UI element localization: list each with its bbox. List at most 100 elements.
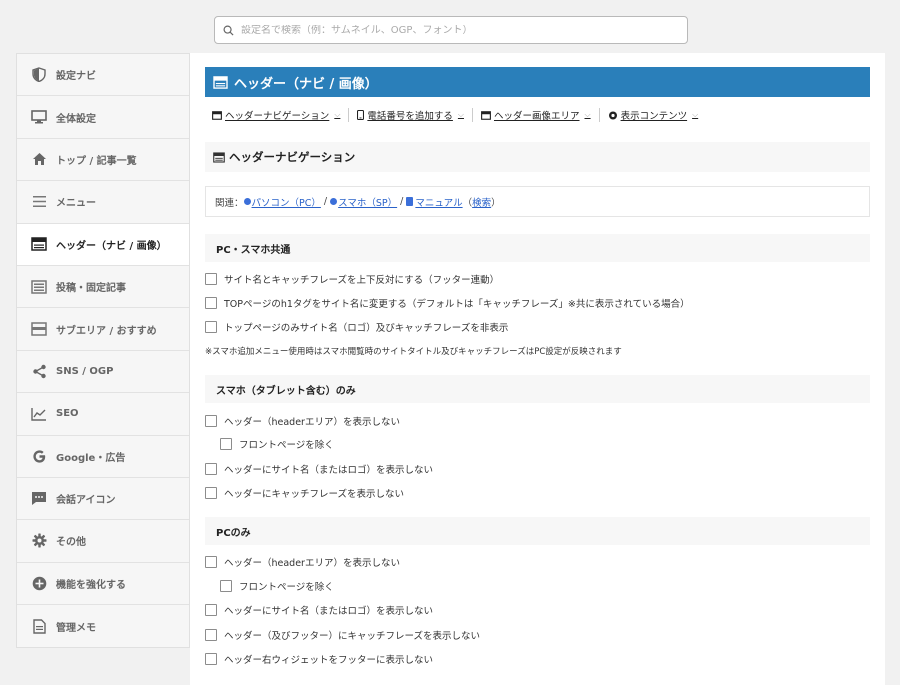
option-row[interactable]: サイト名とキャッチフレーズを上下反対にする（フッター連動） (205, 272, 499, 286)
option-label: ヘッダーにキャッチフレーズを表示しない (224, 489, 405, 500)
sidebar-item-chat[interactable]: 会話アイコン (17, 478, 189, 521)
link-pc[interactable]: パソコン（PC） (252, 195, 321, 209)
chevron-down-icon: ⌵ (584, 110, 591, 119)
checkbox[interactable] (205, 415, 217, 427)
option-row[interactable]: ヘッダーにサイト名（またはロゴ）を表示しない (205, 462, 433, 476)
sidebar-item-other[interactable]: その他 (17, 520, 189, 563)
sidebar-item-general[interactable]: 全体設定 (17, 96, 189, 139)
monitor-icon (30, 109, 48, 125)
sidebar-item-top[interactable]: トップ / 記事一覧 (17, 139, 189, 182)
related-prefix: 関連： (215, 197, 244, 209)
option-row[interactable]: ヘッダー（headerエリア）を表示しない (205, 414, 400, 428)
option-row[interactable]: フロントページを除く (220, 437, 334, 451)
header-icon (30, 236, 48, 252)
paren-open: （ (462, 197, 473, 209)
sidebar-item-label: SNS / OGP (56, 365, 114, 377)
sidebar-item-google[interactable]: Google・広告 (17, 436, 189, 478)
subnav-label: 電話番号を追加する (367, 111, 453, 122)
option-row[interactable]: ヘッダー右ウィジェットをフッターに表示しない (205, 652, 433, 666)
subnav-header-image[interactable]: ヘッダー画像エリア ⌵ (481, 108, 599, 122)
note-text: ※スマホ追加メニュー使用時はスマホ閲覧時のサイトタイトル及びキャッチフレーズはP… (205, 347, 622, 357)
option-row[interactable]: ヘッダー（及びフッター）にキャッチフレーズを表示しない (205, 628, 480, 642)
link-manual[interactable]: マニュアル (415, 195, 462, 209)
related-links: 関連： パソコン（PC） / スマホ（SP） / マニュアル （ 検索 ） (205, 186, 870, 217)
option-label: TOPページのh1タグをサイト名に変更する（デフォルトは「キャッチフレーズ」※共… (224, 299, 690, 310)
option-row[interactable]: ヘッダー（headerエリア）を表示しない (205, 555, 400, 569)
divider (471, 108, 473, 122)
sidebar-item-menu[interactable]: メニュー (17, 181, 189, 224)
divider (348, 108, 350, 122)
link-search[interactable]: 検索 (472, 195, 491, 209)
option-label: フロントページを除く (239, 440, 334, 451)
sidebar-item-label: ヘッダー（ナビ / 画像） (56, 240, 167, 252)
checkbox[interactable] (205, 297, 217, 309)
menu-icon (30, 194, 48, 210)
gear-icon (30, 533, 48, 549)
divider (598, 108, 600, 122)
section-heading: ヘッダーナビゲーション (205, 142, 870, 172)
sidebar-item-sns[interactable]: SNS / OGP (17, 351, 189, 394)
post-icon (30, 279, 48, 295)
subnav-display-content[interactable]: 表示コンテンツ ⌵ (608, 108, 707, 122)
sidebar-item-label: Google・広告 (56, 452, 126, 464)
google-icon (30, 448, 48, 464)
option-row[interactable]: TOPページのh1タグをサイト名に変更する（デフォルトは「キャッチフレーズ」※共… (205, 296, 690, 310)
checkbox[interactable] (205, 629, 217, 641)
chevron-down-icon: ⌵ (457, 110, 464, 119)
option-label: ヘッダー（headerエリア）を表示しない (224, 417, 400, 428)
option-row[interactable]: フロントページを除く (220, 579, 334, 593)
sidebar-item-extend[interactable]: 機能を強化する (17, 563, 189, 606)
sidebar: 設定ナビ 全体設定 トップ / 記事一覧 メニュー ヘッダー（ナビ / 画像） … (16, 53, 190, 649)
pin-icon (330, 198, 338, 205)
search-icon (223, 24, 235, 36)
option-label: ヘッダー（headerエリア）を表示しない (224, 558, 400, 569)
option-row[interactable]: ヘッダーにサイト名（またはロゴ）を表示しない (205, 603, 433, 617)
option-label: ヘッダーにサイト名（またはロゴ）を表示しない (224, 606, 434, 617)
header-icon (213, 75, 228, 89)
checkbox[interactable] (205, 653, 217, 665)
chat-icon (30, 491, 48, 507)
option-row[interactable]: ヘッダーにキャッチフレーズを表示しない (205, 486, 404, 500)
subnav-phone[interactable]: 電話番号を追加する ⌵ (357, 108, 472, 122)
sidebar-item-label: 全体設定 (56, 113, 96, 125)
subnav-header-navigation[interactable]: ヘッダーナビゲーション ⌵ (212, 108, 348, 122)
option-label: ヘッダーにサイト名（またはロゴ）を表示しない (224, 465, 434, 476)
page-title-bar: ヘッダー（ナビ / 画像） (205, 67, 870, 97)
subnav-label: ヘッダーナビゲーション (225, 111, 330, 122)
search-box[interactable] (214, 16, 688, 44)
header-icon (212, 110, 222, 120)
option-row[interactable]: トップページのみサイト名（ロゴ）及びキャッチフレーズを非表示 (205, 320, 508, 334)
shield-icon (30, 67, 48, 83)
phone-icon (357, 110, 365, 120)
header-icon (481, 110, 491, 120)
pin-icon (243, 198, 251, 205)
page-title: ヘッダー（ナビ / 画像） (234, 76, 378, 92)
header-icon (213, 151, 225, 163)
checkbox[interactable] (205, 273, 217, 285)
sidebar-item-label: その他 (56, 537, 86, 549)
link-sp[interactable]: スマホ（SP） (338, 195, 397, 209)
subarea-icon (30, 321, 48, 337)
checkbox[interactable] (205, 556, 217, 568)
search-input[interactable] (241, 24, 687, 36)
sidebar-item-posts[interactable]: 投稿・固定記事 (17, 266, 189, 309)
sidebar-item-header[interactable]: ヘッダー（ナビ / 画像） (17, 223, 189, 266)
option-label: フロントページを除く (239, 582, 334, 593)
sidebar-item-settings-navi[interactable]: 設定ナビ (17, 54, 189, 97)
checkbox[interactable] (205, 487, 217, 499)
checkbox[interactable] (220, 580, 232, 592)
eye-icon (608, 111, 618, 120)
sidebar-item-label: SEO (56, 408, 79, 420)
sidebar-item-memo[interactable]: 管理メモ (17, 605, 189, 647)
share-icon (30, 363, 48, 379)
separator: / (320, 196, 331, 207)
plus-circle-icon (30, 575, 48, 591)
option-label: トップページのみサイト名（ロゴ）及びキャッチフレーズを非表示 (224, 323, 509, 334)
sidebar-item-label: サブエリア / おすすめ (56, 325, 157, 337)
checkbox[interactable] (205, 463, 217, 475)
checkbox[interactable] (220, 438, 232, 450)
checkbox[interactable] (205, 321, 217, 333)
sidebar-item-subarea[interactable]: サブエリア / おすすめ (17, 308, 189, 351)
checkbox[interactable] (205, 604, 217, 616)
sidebar-item-seo[interactable]: SEO (17, 393, 189, 436)
